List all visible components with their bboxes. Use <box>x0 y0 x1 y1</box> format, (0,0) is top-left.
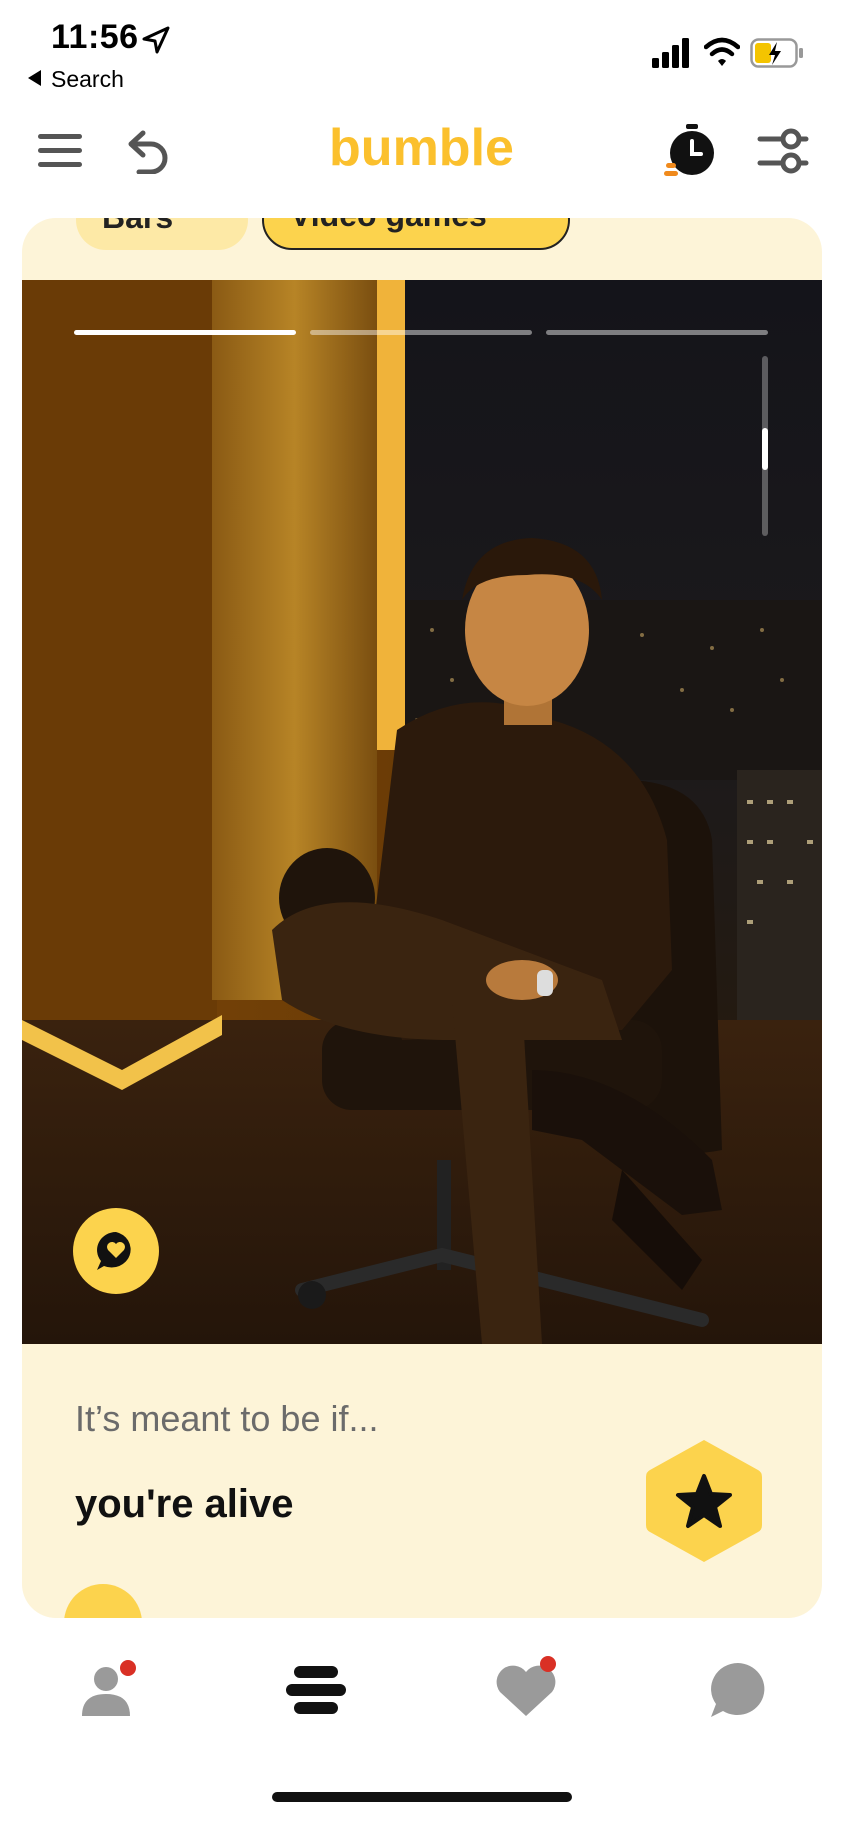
star-hexagon-icon <box>646 1440 762 1562</box>
scroll-thumb[interactable] <box>762 428 768 470</box>
profile-photo[interactable] <box>22 280 822 1344</box>
clock: 11:56 <box>51 18 139 56</box>
wifi-icon <box>704 37 740 66</box>
interest-chip-video-games: Video games <box>262 218 570 250</box>
comment-heart-icon <box>97 1232 131 1270</box>
chat-icon <box>711 1663 765 1717</box>
nav-discover[interactable] <box>276 1650 356 1730</box>
photo-progress-2 <box>310 330 532 335</box>
battery-charging-icon <box>750 38 803 68</box>
status-bar: 11:56 Search <box>0 0 843 100</box>
timer-button[interactable] <box>660 120 722 182</box>
notification-dot <box>540 1656 556 1672</box>
profile-card[interactable]: Bars Video games <box>22 218 822 1618</box>
chip-label: Bars <box>102 218 173 236</box>
back-label: Search <box>51 66 124 92</box>
nav-likes[interactable] <box>486 1650 566 1730</box>
cellular-signal-icon <box>652 38 689 68</box>
photo-progress-1 <box>74 330 296 335</box>
superswipe-button[interactable] <box>642 1436 766 1566</box>
prompt-answer: you're alive <box>75 1482 294 1526</box>
photo-illustration <box>22 280 822 1344</box>
discover-icon <box>286 1666 346 1714</box>
back-arrow-icon <box>28 70 41 86</box>
nav-chats[interactable] <box>698 1650 778 1730</box>
comment-on-prompt-button[interactable] <box>64 1584 142 1618</box>
photo-progress-3 <box>546 330 768 335</box>
nav-profile[interactable] <box>66 1650 146 1730</box>
filters-button[interactable] <box>752 120 814 182</box>
filters-icon <box>757 128 809 174</box>
location-arrow-icon <box>142 26 170 54</box>
prompt-label: It’s meant to be if... <box>75 1398 379 1439</box>
chip-label: Video games <box>290 218 487 234</box>
comment-on-photo-button[interactable] <box>73 1208 159 1294</box>
home-indicator <box>272 1792 572 1802</box>
notification-dot <box>120 1660 136 1676</box>
timer-icon <box>664 124 714 176</box>
interest-chip-bars: Bars <box>76 218 248 250</box>
back-to-search-link[interactable]: Search <box>28 66 124 93</box>
card-scrollbar[interactable] <box>762 356 768 536</box>
